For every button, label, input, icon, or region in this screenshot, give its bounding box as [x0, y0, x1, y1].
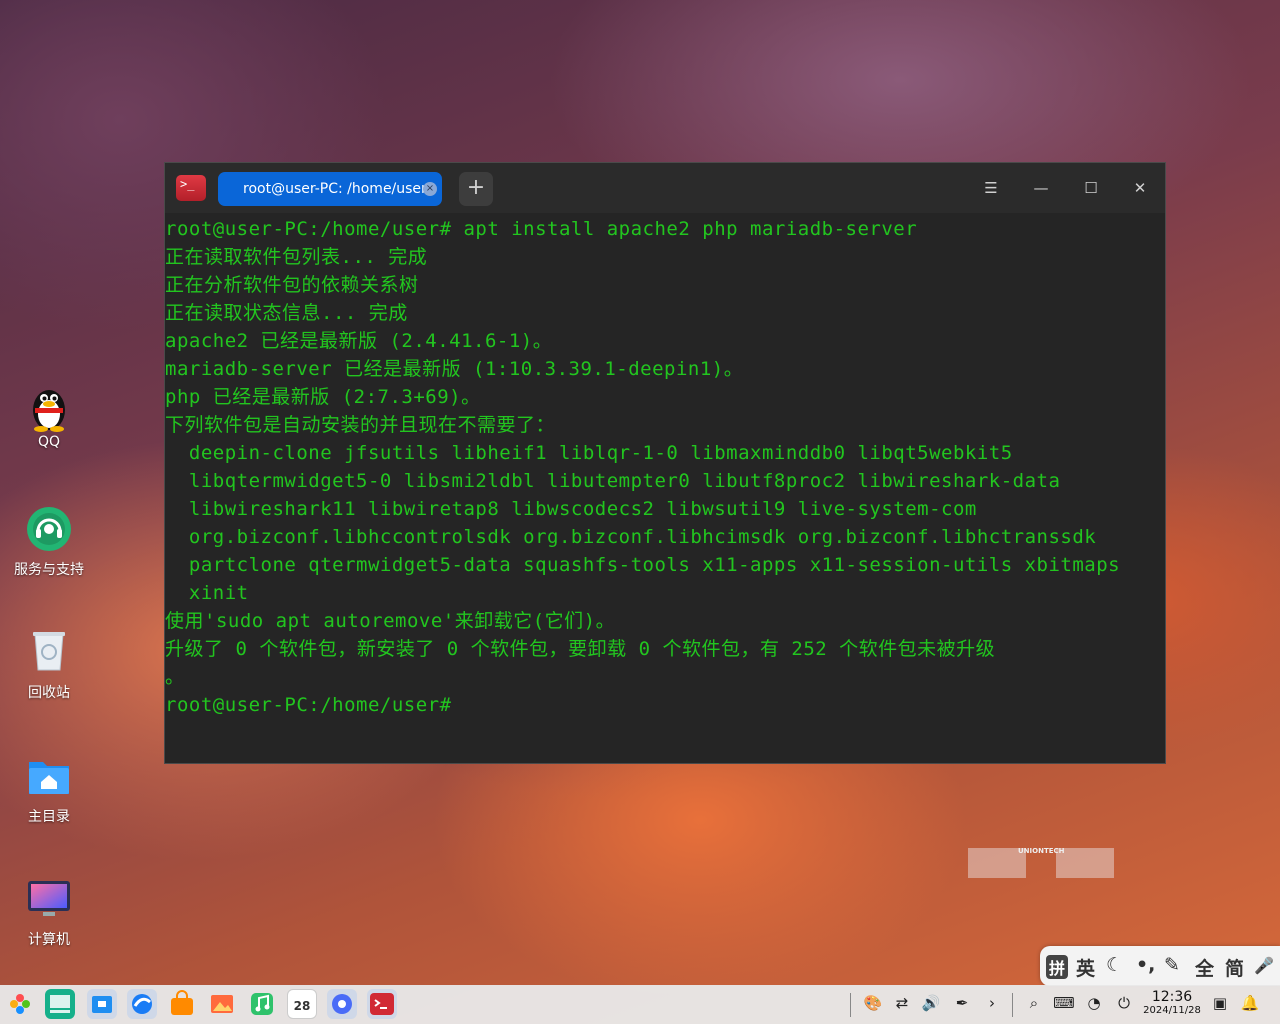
- clock-date: 2024/11/28: [1143, 1005, 1201, 1016]
- pen-icon[interactable]: ✒: [951, 992, 973, 1014]
- image-viewer-icon[interactable]: [207, 989, 237, 1019]
- terminal-titlebar[interactable]: >_ root@user-PC: /home/user × + ☰ — ☐ ✕: [165, 163, 1165, 213]
- headset-support-icon: [25, 505, 73, 553]
- terminal-line: libwireshark11 libwiretap8 libwscodecs2 …: [165, 498, 977, 520]
- notification-app-icon[interactable]: 🎨: [862, 992, 884, 1014]
- volume-icon[interactable]: 🔊: [920, 992, 942, 1014]
- desktop-icon-trash[interactable]: 回收站: [8, 628, 90, 702]
- desktop-icon-label: 主目录: [28, 809, 70, 825]
- terminal-line: 正在读取状态信息... 完成: [165, 302, 408, 324]
- clock-time: 12:36: [1151, 989, 1193, 1005]
- terminal-line: apache2 已经是最新版 (2.4.41.6-1)。: [165, 330, 553, 352]
- desktop-icon-label: 服务与支持: [14, 562, 84, 578]
- terminal-line: xinit: [165, 582, 249, 604]
- terminal-output[interactable]: root@user-PC:/home/user# apt install apa…: [165, 215, 1165, 761]
- terminal-line: root@user-PC:/home/user#: [165, 694, 452, 716]
- ime-toolbar[interactable]: 拼 英 ☾ •, ✎ 全 简 🎤: [1040, 946, 1280, 986]
- terminal-line: php 已经是最新版 (2:7.3+69)。: [165, 386, 481, 408]
- qq-penguin-icon: [25, 380, 73, 432]
- desktop-icon-qq[interactable]: QQ: [8, 380, 90, 450]
- trash-bin-icon: [25, 628, 73, 676]
- terminal-line: 使用'sudo apt autoremove'来卸载它(它们)。: [165, 610, 616, 632]
- computer-monitor-icon: [25, 875, 73, 923]
- ime-pinyin-icon[interactable]: 拼: [1046, 955, 1069, 979]
- close-icon[interactable]: ✕: [1128, 176, 1152, 200]
- desktop-icon-support[interactable]: 服务与支持: [8, 505, 90, 579]
- wifi-icon[interactable]: ◔: [1083, 992, 1105, 1014]
- maximize-icon[interactable]: ☐: [1079, 176, 1103, 200]
- terminal-line: 正在分析软件包的依赖关系树: [165, 274, 419, 296]
- ime-simplified-toggle[interactable]: 简: [1225, 954, 1244, 981]
- ime-microphone-icon[interactable]: 🎤: [1254, 956, 1274, 975]
- app-store-icon[interactable]: [167, 989, 197, 1019]
- menu-icon[interactable]: ☰: [979, 176, 1003, 200]
- ime-punctuation-icon[interactable]: •,: [1136, 954, 1155, 976]
- keyboard-icon[interactable]: ⌨: [1053, 992, 1075, 1014]
- terminal-app-icon: >_: [176, 175, 206, 201]
- terminal-tab-title: root@user-PC: /home/user: [243, 181, 427, 197]
- screenshot-tool-icon[interactable]: ▣: [1209, 992, 1231, 1014]
- browser-icon[interactable]: [127, 989, 157, 1019]
- taskbar: 28 🎨 ⇄ 🔊 ✒ › ⌕ ⌨ ◔ ⏻ 12:36 2024/11/28 ▣ …: [0, 985, 1280, 1024]
- music-icon[interactable]: [247, 989, 277, 1019]
- terminal-line: org.bizconf.libhccontrolsdk org.bizconf.…: [165, 526, 1097, 548]
- tab-close-icon[interactable]: ×: [423, 182, 437, 196]
- terminal-line: 。: [165, 666, 185, 688]
- terminal-line: deepin-clone jfsutils libheif1 liblqr-1-…: [165, 442, 1013, 464]
- terminal-line: partclone qtermwidget5-data squashfs-too…: [165, 554, 1121, 576]
- desktop-icon-label: 计算机: [28, 932, 70, 948]
- power-icon[interactable]: ⏻: [1113, 992, 1135, 1014]
- ime-handwriting-icon[interactable]: ✎: [1164, 954, 1180, 976]
- ime-moon-icon[interactable]: ☾: [1106, 954, 1123, 976]
- terminal-line: 升级了 0 个软件包，新安装了 0 个软件包，要卸载 0 个软件包，有 252 …: [165, 638, 996, 660]
- terminal-line: libqtermwidget5-0 libsmi2ldbl libutempte…: [165, 470, 1061, 492]
- minimize-icon[interactable]: —: [1029, 176, 1053, 200]
- desktop-icon-computer[interactable]: 计算机: [8, 875, 90, 949]
- terminal-line: 正在读取软件包列表... 完成: [165, 246, 428, 268]
- launcher-icon[interactable]: [5, 989, 35, 1019]
- chevron-right-icon[interactable]: ›: [981, 992, 1003, 1014]
- watermark-text: UNIONTECH: [1018, 847, 1065, 855]
- calendar-icon[interactable]: 28: [287, 989, 317, 1019]
- file-manager-icon[interactable]: [87, 989, 117, 1019]
- new-tab-button[interactable]: +: [459, 172, 493, 206]
- desktop-icon-label: QQ: [37, 434, 61, 450]
- desktop-icon-label: 回收站: [28, 685, 70, 701]
- desktop-icon-home[interactable]: 主目录: [8, 752, 90, 826]
- terminal-tab[interactable]: root@user-PC: /home/user ×: [218, 172, 442, 206]
- terminal-line: 下列软件包是自动安装的并且现在不需要了：: [165, 414, 556, 436]
- ime-english-toggle[interactable]: 英: [1076, 954, 1095, 981]
- terminal-taskbar-icon[interactable]: [367, 989, 397, 1019]
- search-icon[interactable]: ⌕: [1023, 992, 1045, 1014]
- terminal-line: mariadb-server 已经是最新版 (1:10.3.39.1-deepi…: [165, 358, 744, 380]
- control-center-icon[interactable]: [327, 989, 357, 1019]
- terminal-line: root@user-PC:/home/user# apt install apa…: [165, 218, 918, 240]
- bell-icon[interactable]: 🔔: [1239, 992, 1261, 1014]
- clock[interactable]: 12:36 2024/11/28: [1140, 989, 1204, 1017]
- multitask-view-icon[interactable]: [45, 989, 75, 1019]
- network-transfer-icon[interactable]: ⇄: [891, 992, 913, 1014]
- uniontech-watermark: UNIONTECH: [968, 847, 1114, 878]
- home-folder-icon: [25, 752, 73, 800]
- terminal-window[interactable]: >_ root@user-PC: /home/user × + ☰ — ☐ ✕ …: [164, 162, 1166, 764]
- ime-fullwidth-toggle[interactable]: 全: [1195, 954, 1214, 981]
